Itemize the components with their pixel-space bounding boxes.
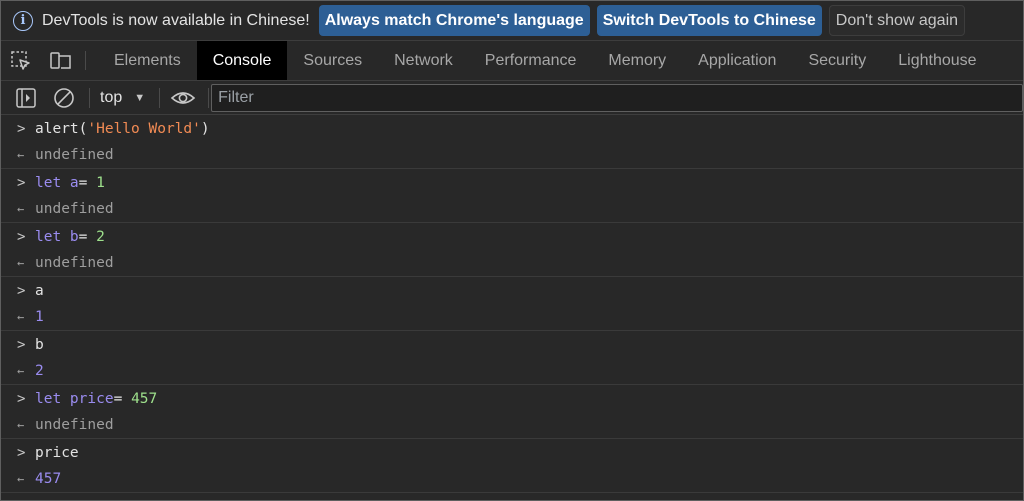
return-arrow-icon: ← [17,472,25,486]
chevron-right-icon: > [17,282,26,299]
console-token: undefined [35,255,114,271]
chevron-right-icon: > [17,336,26,353]
console-input-line: > let price = 457 [1,385,1023,412]
tab-network[interactable]: Network [378,41,469,80]
console-token: = [78,228,97,245]
console-messages: > alert('Hello World') ← undefined > let a = 1… [1,115,1023,493]
console-token: 2 [35,363,44,379]
clear-console-icon[interactable] [51,85,77,111]
console-sidebar-icon[interactable] [13,85,39,111]
always-match-language-button[interactable]: Always match Chrome's language [318,5,590,36]
console-token: ) [200,120,210,137]
console-token: 457 [131,390,158,407]
switch-to-chinese-button[interactable]: Switch DevTools to Chinese [596,5,822,36]
console-token: b [35,336,44,353]
chevron-right-icon: > [17,174,26,191]
console-result-line: ← undefined [1,196,1023,223]
console-input-line: > b [1,331,1023,358]
console-result-line: ← undefined [1,250,1023,277]
return-arrow-icon: ← [17,310,25,324]
inspect-element-icon[interactable] [1,41,41,80]
tab-application[interactable]: Application [682,41,792,80]
tab-console[interactable]: Console [196,41,288,80]
chevron-right-icon: > [17,444,26,461]
chevron-right-icon: > [17,120,26,137]
console-token: = [113,390,132,407]
console-token: let [35,174,62,191]
tab-sources[interactable]: Sources [287,41,378,80]
chevron-right-icon: > [17,228,26,245]
toolbar-divider [159,87,161,108]
return-arrow-icon: ← [17,148,25,162]
console-result-line: ← 1 [1,304,1023,331]
console-token: 1 [96,174,105,191]
console-input-line: > let a = 1 [1,169,1023,196]
console-input-line: > let b = 2 [1,223,1023,250]
console-token: price [61,390,114,407]
console-input-line: > alert('Hello World') [1,115,1023,142]
live-expression-eye-icon[interactable] [170,85,196,111]
console-token: price [35,444,79,461]
toolbar-divider [89,87,90,108]
console-token: 457 [35,471,62,487]
console-token: undefined [35,417,114,433]
console-toolbar: top ▼ [1,81,1023,115]
console-token: alert( [35,120,88,137]
console-token: 1 [35,309,44,325]
chevron-right-icon: > [17,390,26,407]
context-value: top [100,88,123,106]
console-token: undefined [35,201,114,217]
tab-memory[interactable]: Memory [592,41,682,80]
dropdown-arrow-icon: ▼ [134,91,146,104]
tab-performance[interactable]: Performance [469,41,593,80]
console-token: let [35,228,62,245]
tab-lighthouse[interactable]: Lighthouse [882,41,992,80]
return-arrow-icon: ← [17,256,25,270]
console-result-line: ← 2 [1,358,1023,385]
console-token: let [35,390,62,407]
panel-tab-bar: Elements Console Sources Network Performance… [1,41,1023,81]
tab-elements[interactable]: Elements [98,41,197,80]
console-token: = [78,174,97,191]
console-input-line: > price [1,439,1023,466]
language-infobar: i DevTools is now available in Chinese! … [1,1,1023,41]
info-icon: i [13,10,33,31]
console-result-line: ← 457 [1,466,1023,493]
console-token: undefined [35,147,114,163]
return-arrow-icon: ← [17,202,25,216]
console-token: a [35,282,44,299]
console-result-line: ← undefined [1,142,1023,169]
toolbar-divider [85,51,86,70]
panel-tabs: Elements Console Sources Network Performance… [98,41,993,80]
tab-security[interactable]: Security [792,41,882,80]
device-toolbar-icon[interactable] [41,41,81,80]
javascript-context-select[interactable]: top ▼ [100,89,145,107]
return-arrow-icon: ← [17,364,25,378]
devtools-window: i DevTools is now available in Chinese! … [0,0,1024,501]
console-token: b [61,228,79,245]
console-result-line: ← undefined [1,412,1023,439]
return-arrow-icon: ← [17,418,25,432]
console-token: a [61,174,79,191]
console-token: 2 [96,228,105,245]
toolbar-divider [208,87,210,108]
dont-show-again-button[interactable]: Don't show again [828,5,966,36]
filter-input[interactable] [211,83,1023,112]
infobar-message: DevTools is now available in Chinese! [42,11,310,29]
console-input-line: > a [1,277,1023,304]
console-token: 'Hello World' [87,120,201,137]
